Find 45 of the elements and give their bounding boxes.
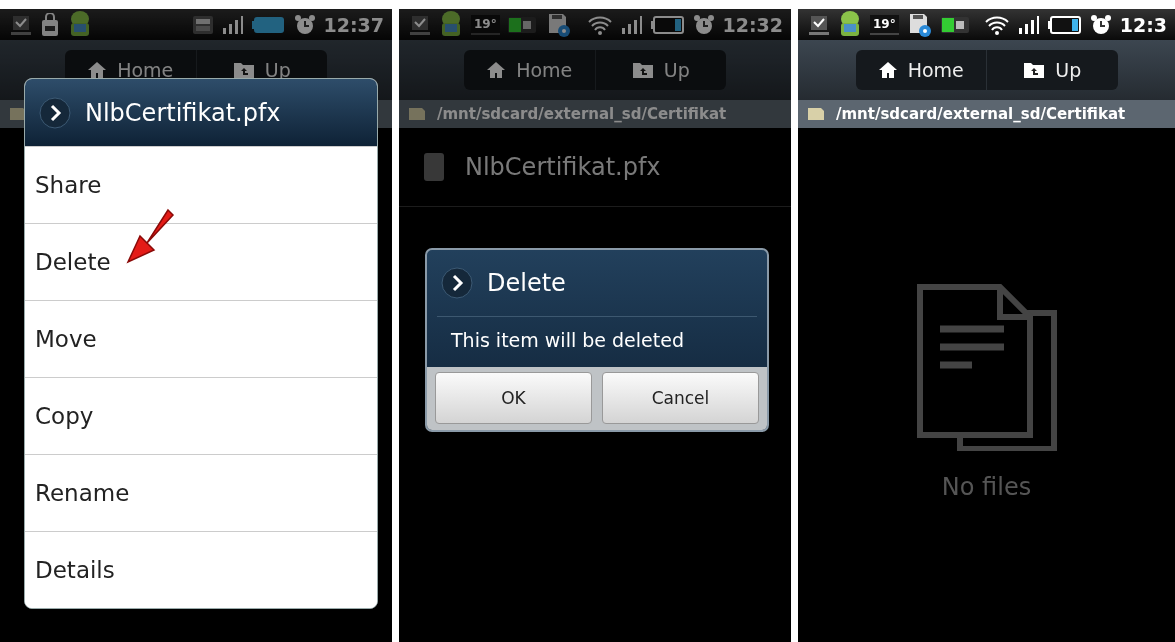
download-icon	[808, 13, 830, 36]
alarm-clock-icon	[293, 13, 316, 36]
alarm-clock-icon	[692, 13, 715, 36]
pointer-arrow	[124, 206, 176, 264]
dialog-title: Delete	[487, 269, 566, 297]
cancel-button[interactable]: Cancel	[602, 372, 759, 424]
file-row[interactable]: NlbCertifikat.pfx	[399, 128, 791, 207]
folder-path: /mnt/sdcard/external_sd/Certifikat	[437, 105, 727, 123]
dialog-message: This item will be deleted	[450, 328, 685, 353]
signal-icon	[221, 14, 244, 35]
wifi-icon	[586, 14, 613, 35]
empty-message: No files	[941, 473, 1032, 501]
sd-card-icon	[409, 108, 425, 120]
up-button[interactable]: Up	[594, 50, 726, 90]
signal-icon	[1017, 14, 1040, 35]
battery-icon	[650, 14, 685, 35]
menu-title: NlbCertifikat.pfx	[85, 98, 281, 127]
up-button[interactable]: Up	[986, 50, 1118, 90]
folder-path: /mnt/sdcard/external_sd/Certifikat	[836, 105, 1126, 123]
home-button[interactable]: Home	[65, 50, 196, 90]
temperature-text: 19°	[870, 14, 899, 35]
clock-time: 12:3	[1119, 13, 1167, 36]
chevron-icon	[39, 96, 71, 129]
battery-icon	[1047, 14, 1082, 35]
file-icon	[423, 152, 445, 182]
home-button[interactable]: Home	[464, 50, 595, 90]
home-button[interactable]: Home	[855, 50, 986, 90]
folder-up-icon	[631, 61, 654, 79]
ok-button[interactable]: OK	[435, 372, 592, 424]
alarm-clock-icon	[1089, 13, 1112, 36]
clock-time: 12:32	[722, 13, 783, 36]
download-icon	[409, 13, 431, 36]
download-icon	[10, 13, 32, 36]
home-icon	[486, 61, 507, 79]
documents-icon	[915, 283, 1058, 451]
clock-time: 12:37	[323, 13, 384, 36]
home-icon	[877, 61, 898, 79]
battery-icon	[251, 14, 286, 35]
temperature-text: 19°	[471, 14, 500, 35]
chevron-icon	[441, 267, 473, 299]
menu-item[interactable]: Details	[25, 531, 377, 608]
sd-card-icon	[808, 108, 824, 120]
folder-up-icon	[1023, 61, 1046, 79]
signal-icon	[620, 14, 643, 35]
wifi-icon	[983, 14, 1010, 35]
